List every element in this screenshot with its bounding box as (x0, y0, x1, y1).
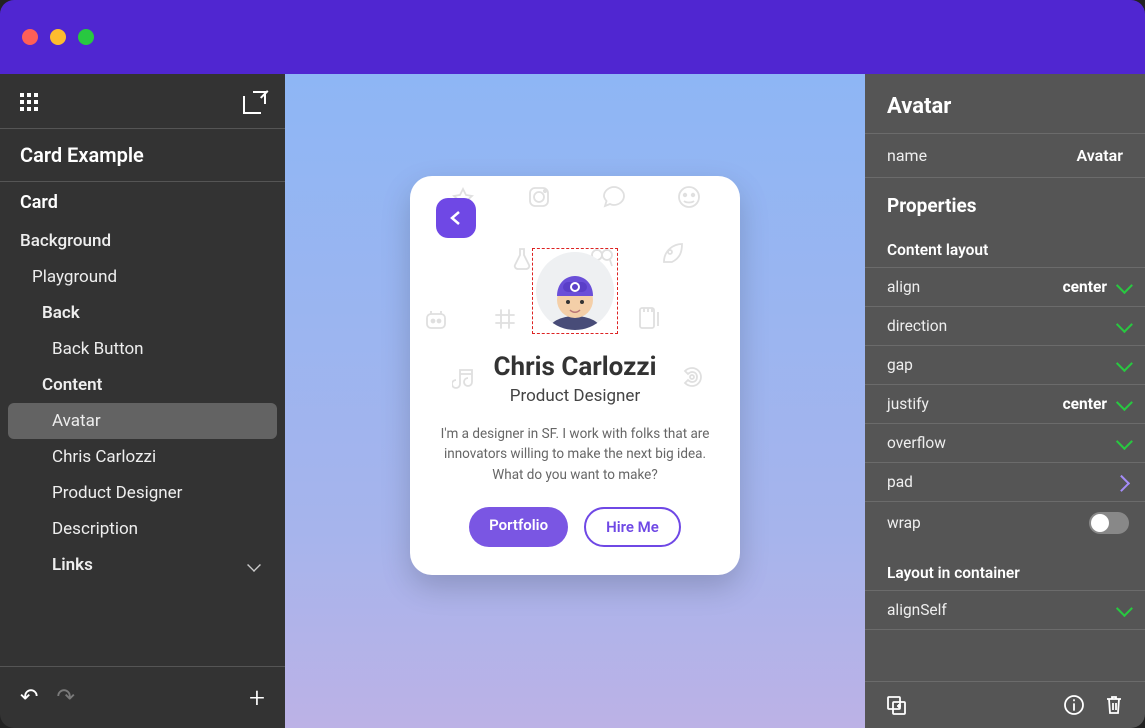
inspector-title: Avatar (865, 74, 1145, 133)
prop-overflow[interactable]: overflow (865, 423, 1145, 462)
name-label: name (887, 146, 927, 165)
chevron-right-icon (1113, 475, 1130, 492)
prop-wrap[interactable]: wrap (865, 501, 1145, 544)
layout-in-container-heading: Layout in container (865, 544, 1145, 590)
tree-item-content[interactable]: Content (0, 367, 285, 403)
prop-gap[interactable]: gap (865, 345, 1145, 384)
prop-align[interactable]: align center (865, 267, 1145, 306)
window-titlebar (0, 0, 1145, 74)
avatar-selection-outline[interactable] (532, 248, 618, 334)
tree-item-description[interactable]: Description (0, 511, 285, 547)
card-preview: Chris Carlozzi Product Designer I'm a de… (410, 176, 740, 575)
apps-grid-icon[interactable] (20, 93, 40, 113)
name-property-row[interactable]: name Avatar (865, 134, 1145, 177)
tree-item-back[interactable]: Back (0, 295, 285, 331)
tree-item-playground[interactable]: Playground (0, 259, 285, 295)
properties-heading: Properties (865, 178, 1145, 227)
tree-item-role[interactable]: Product Designer (0, 475, 285, 511)
prop-align-self[interactable]: alignSelf (865, 590, 1145, 630)
chevron-down-icon (1116, 433, 1133, 450)
canvas[interactable]: Chris Carlozzi Product Designer I'm a de… (285, 74, 865, 728)
project-title: Card Example (0, 129, 285, 181)
card-role: Product Designer (436, 386, 714, 406)
prop-justify[interactable]: justify center (865, 384, 1145, 423)
prop-pad[interactable]: pad (865, 462, 1145, 501)
info-button[interactable] (1063, 694, 1085, 716)
tree-item-name[interactable]: Chris Carlozzi (0, 439, 285, 475)
tree-item-back-button[interactable]: Back Button (0, 331, 285, 367)
layer-tree: Background Playground Back Back Button C… (0, 223, 285, 666)
avatar (536, 252, 614, 330)
card-back-button[interactable] (436, 198, 476, 238)
add-button[interactable]: + (249, 681, 265, 714)
tree-item-avatar[interactable]: Avatar (8, 403, 277, 439)
window-minimize-button[interactable] (50, 29, 66, 45)
tree-item-background[interactable]: Background (0, 223, 285, 259)
duplicate-button[interactable] (885, 694, 907, 716)
chevron-down-icon (247, 558, 261, 572)
delete-button[interactable] (1103, 694, 1125, 716)
chevron-down-icon (1116, 394, 1133, 411)
content-layout-heading: Content layout (865, 227, 1145, 267)
wrap-toggle[interactable] (1089, 512, 1129, 534)
chevron-down-icon (1116, 355, 1133, 372)
prop-direction[interactable]: direction (865, 306, 1145, 345)
chevron-down-icon (1116, 316, 1133, 333)
chevron-down-icon (1116, 277, 1133, 294)
window-close-button[interactable] (22, 29, 38, 45)
card-name: Chris Carlozzi (436, 352, 714, 382)
portfolio-button[interactable]: Portfolio (469, 507, 568, 547)
hire-me-button[interactable]: Hire Me (584, 507, 681, 547)
layers-panel: Card Example Card Background Playground … (0, 74, 285, 728)
redo-button[interactable]: ↷ (56, 685, 74, 710)
window-zoom-button[interactable] (78, 29, 94, 45)
open-external-icon[interactable] (243, 92, 265, 114)
chevron-down-icon (1116, 600, 1133, 617)
inspector-panel: Avatar name Avatar Properties Content la… (865, 74, 1145, 728)
card-description: I'm a designer in SF. I work with folks … (436, 424, 714, 485)
root-layer[interactable]: Card (0, 182, 285, 223)
tree-item-links[interactable]: Links (0, 547, 285, 583)
undo-button[interactable]: ↶ (20, 685, 38, 710)
name-value: Avatar (1076, 146, 1123, 165)
